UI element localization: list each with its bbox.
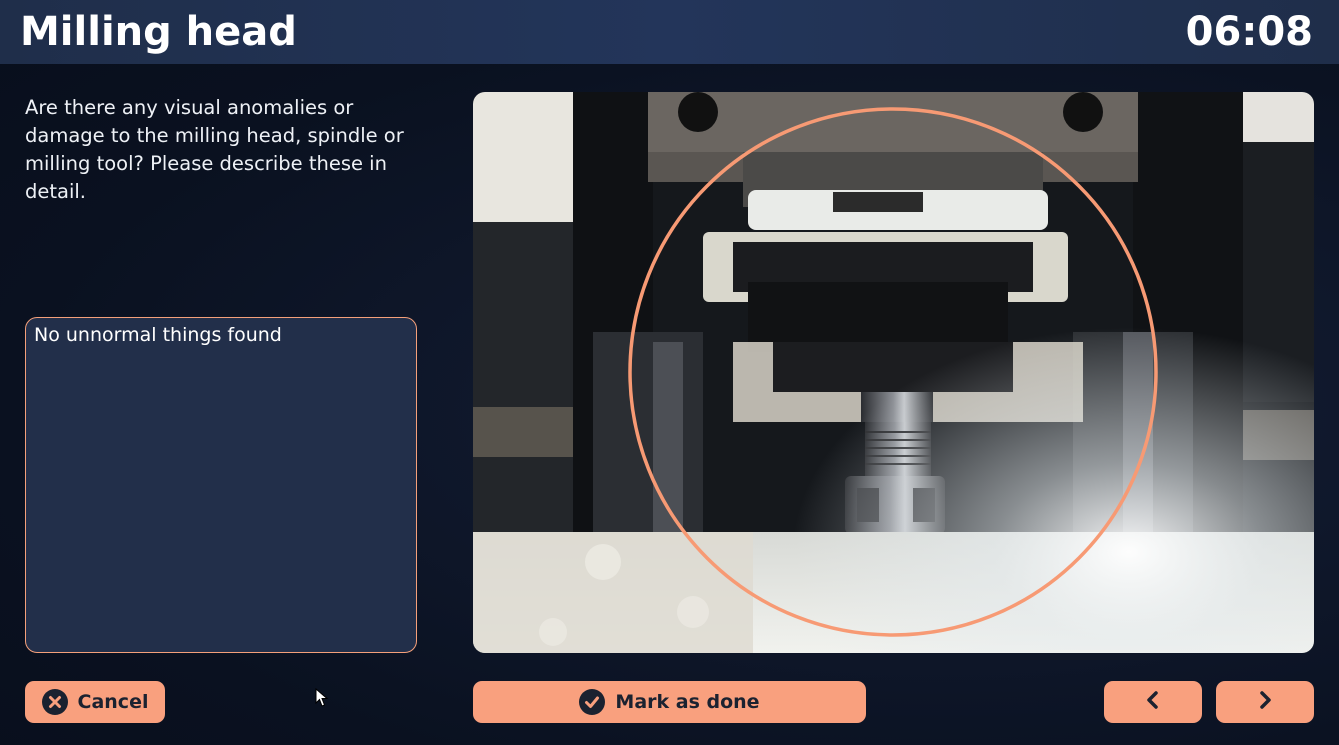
next-button[interactable] — [1216, 681, 1314, 723]
cancel-button[interactable]: Cancel — [25, 681, 165, 723]
milling-head-photo — [473, 92, 1314, 653]
previous-button[interactable] — [1104, 681, 1202, 723]
mouse-cursor-icon — [315, 687, 329, 712]
check-circle-icon — [579, 689, 606, 715]
chevron-right-icon — [1257, 690, 1273, 715]
chevron-left-icon — [1145, 690, 1161, 715]
answer-textarea[interactable]: No unnormal things found — [25, 317, 417, 653]
header-bar: Milling head 06:08 — [0, 0, 1339, 64]
mark-as-done-button[interactable]: Mark as done — [473, 681, 866, 723]
timer: 06:08 — [1185, 9, 1313, 55]
answer-value: No unnormal things found — [34, 324, 282, 346]
page-title: Milling head — [20, 9, 297, 55]
close-circle-icon — [41, 689, 68, 715]
question-text: Are there any visual anomalies or damage… — [25, 96, 404, 203]
cancel-label: Cancel — [77, 691, 149, 713]
mark-as-done-label: Mark as done — [615, 691, 760, 713]
